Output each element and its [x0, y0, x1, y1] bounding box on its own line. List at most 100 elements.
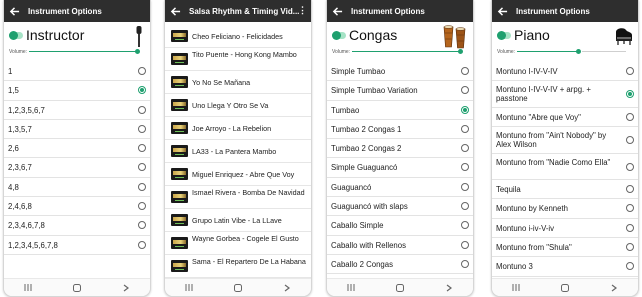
- list-item[interactable]: 2,6: [4, 139, 150, 159]
- radio-button[interactable]: [461, 202, 469, 211]
- back-arrow-icon[interactable]: [9, 6, 20, 17]
- volume-slider-thumb[interactable]: [458, 49, 463, 54]
- volume-slider[interactable]: [352, 51, 461, 52]
- instrument-toggle[interactable]: [497, 31, 511, 40]
- list-item[interactable]: Caballo 2 Congas: [327, 255, 473, 275]
- volume-slider-thumb[interactable]: [576, 49, 581, 54]
- radio-button[interactable]: [461, 86, 469, 95]
- list-item[interactable]: Montuno from "Shula": [492, 238, 638, 258]
- list-item[interactable]: Tito Puente - Hong Kong Mambo: [165, 48, 311, 71]
- home-icon[interactable]: [394, 283, 406, 292]
- radio-button[interactable]: [461, 67, 469, 75]
- radio-button[interactable]: [138, 105, 146, 114]
- back-icon[interactable]: [443, 284, 455, 292]
- list-item[interactable]: Wayne Gorbea - Cogele El Gusto: [165, 232, 311, 255]
- list-item[interactable]: Tumbao 2 Congas 1: [327, 120, 473, 140]
- list-item[interactable]: 2,4,6,8: [4, 197, 150, 217]
- back-icon[interactable]: [281, 284, 293, 292]
- radio-button[interactable]: [138, 240, 146, 249]
- radio-button[interactable]: [138, 163, 146, 172]
- volume-slider-rest: [582, 51, 626, 52]
- radio-button[interactable]: [626, 136, 634, 145]
- recent-apps-icon[interactable]: [345, 284, 357, 292]
- list-item[interactable]: Montuno I-IV-V-IV + arpg. + passtone: [492, 81, 638, 108]
- instrument-toggle[interactable]: [9, 31, 23, 40]
- radio-button[interactable]: [626, 112, 634, 121]
- list-item[interactable]: Montuno from "Nadie Como Ella": [492, 154, 638, 181]
- radio-button[interactable]: [138, 144, 146, 153]
- radio-button[interactable]: [461, 163, 469, 172]
- list-item[interactable]: Ismael Rivera - Bomba De Navidad: [165, 186, 311, 209]
- radio-button[interactable]: [138, 202, 146, 211]
- volume-slider-thumb[interactable]: [135, 49, 140, 54]
- list-item[interactable]: 1,5: [4, 81, 150, 101]
- list-item[interactable]: Montuno by Kenneth: [492, 199, 638, 219]
- list-item[interactable]: Tumbao 2 Congas 2: [327, 139, 473, 159]
- list-item[interactable]: Caballo with Rellenos: [327, 236, 473, 255]
- list-item[interactable]: 2,3,6,7: [4, 158, 150, 178]
- more-vert-icon[interactable]: ⋮: [298, 5, 307, 15]
- home-icon[interactable]: [232, 283, 244, 292]
- radio-button[interactable]: [461, 221, 469, 230]
- back-icon[interactable]: [608, 284, 620, 292]
- list-item[interactable]: LA33 - La Pantera Mambo: [165, 140, 311, 163]
- volume-slider[interactable]: [29, 51, 138, 52]
- list-item[interactable]: Grupo Latin Vibe - La LLave: [165, 209, 311, 232]
- list-item[interactable]: Miguel Enriquez - Abre Que Voy: [165, 163, 311, 186]
- radio-button[interactable]: [461, 182, 469, 191]
- list-item[interactable]: Montuno I-IV-V-IV: [492, 62, 638, 82]
- volume-slider[interactable]: [517, 51, 578, 52]
- list-item[interactable]: 2,3,4,6,7,8: [4, 216, 150, 236]
- radio-button[interactable]: [461, 259, 469, 268]
- list-item[interactable]: Simple Guaguancó: [327, 158, 473, 178]
- recent-apps-icon[interactable]: [183, 284, 195, 292]
- list-item[interactable]: Tequila: [492, 180, 638, 200]
- list-item[interactable]: 1,2,3,5,6,7: [4, 101, 150, 120]
- list-item[interactable]: 4,8: [4, 178, 150, 198]
- instrument-toggle[interactable]: [332, 31, 346, 40]
- radio-button-selected[interactable]: [138, 86, 146, 95]
- back-icon[interactable]: [120, 284, 132, 292]
- home-icon[interactable]: [71, 283, 83, 292]
- list-item[interactable]: Montuno from "Ain't Nobody" by Alex Wils…: [492, 127, 638, 154]
- list-item[interactable]: 1: [4, 62, 150, 82]
- list-item[interactable]: Caballo Simple: [327, 216, 473, 236]
- radio-button[interactable]: [626, 204, 634, 213]
- recent-apps-icon[interactable]: [510, 284, 522, 292]
- list-item[interactable]: Montuno i-iv-V-iv: [492, 219, 638, 238]
- list-item[interactable]: Simple Tumbao: [327, 62, 473, 82]
- list-item[interactable]: Montuno 3: [492, 257, 638, 277]
- radio-button[interactable]: [138, 67, 146, 75]
- radio-button[interactable]: [138, 124, 146, 133]
- radio-button-selected[interactable]: [626, 90, 634, 99]
- list-item[interactable]: Yo No Se Mañana: [165, 71, 311, 94]
- radio-button[interactable]: [461, 124, 469, 133]
- radio-button[interactable]: [626, 223, 634, 232]
- radio-button[interactable]: [626, 67, 634, 75]
- radio-button[interactable]: [138, 182, 146, 191]
- list-item[interactable]: 1,3,5,7: [4, 120, 150, 140]
- home-icon[interactable]: [559, 283, 571, 292]
- radio-button[interactable]: [138, 221, 146, 230]
- list-item[interactable]: 1,2,3,4,5,6,7,8: [4, 236, 150, 255]
- radio-button[interactable]: [626, 242, 634, 251]
- list-item[interactable]: Guaguancó: [327, 178, 473, 198]
- list-item[interactable]: Joe Arroyo - La Rebelion: [165, 117, 311, 140]
- list-item[interactable]: Simple Tumbao Variation: [327, 81, 473, 101]
- list-item[interactable]: Montuno "Abre que Voy": [492, 108, 638, 128]
- list-item[interactable]: Tumbao: [327, 101, 473, 120]
- back-arrow-icon[interactable]: [497, 6, 508, 17]
- radio-button[interactable]: [626, 185, 634, 194]
- list-item[interactable]: Sama - El Repartero De La Habana: [165, 255, 311, 278]
- back-arrow-icon[interactable]: [332, 6, 343, 17]
- radio-button[interactable]: [461, 240, 469, 249]
- radio-button[interactable]: [626, 162, 634, 171]
- back-arrow-icon[interactable]: [170, 6, 181, 17]
- recent-apps-icon[interactable]: [22, 284, 34, 292]
- list-item[interactable]: Cheo Feliciano - Felicidades: [165, 25, 311, 48]
- radio-button[interactable]: [461, 144, 469, 153]
- list-item[interactable]: Guaguancó with slaps: [327, 197, 473, 217]
- radio-button-selected[interactable]: [461, 105, 469, 114]
- list-item[interactable]: Uno Llega Y Otro Se Va: [165, 94, 311, 117]
- radio-button[interactable]: [626, 262, 634, 271]
